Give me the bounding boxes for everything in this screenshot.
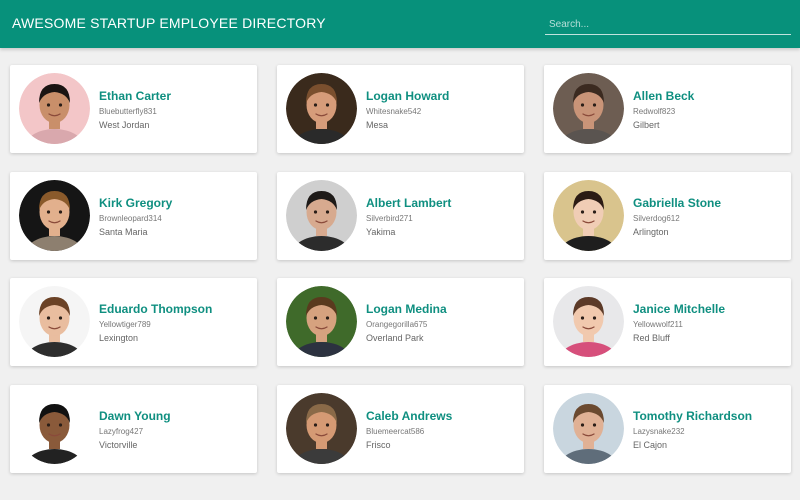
employee-card[interactable]: Albert Lambert Silverbird271 Yakima	[277, 172, 524, 260]
employee-card[interactable]: Caleb Andrews Bluemeercat586 Frisco	[277, 385, 524, 473]
employee-name: Tomothy Richardson	[633, 409, 753, 423]
employee-name: Gabriella Stone	[633, 196, 722, 210]
avatar	[19, 393, 90, 464]
employee-username: Yellowwolf211	[633, 320, 683, 329]
employee-username: Yellowtiger789	[99, 320, 151, 329]
avatar	[19, 180, 90, 251]
employee-city: Victorville	[99, 440, 138, 450]
employee-card[interactable]: Ethan Carter Bluebutterfly831 West Jordan	[10, 65, 257, 153]
employee-city: Frisco	[366, 440, 391, 450]
employee-city: West Jordan	[99, 120, 150, 130]
employee-name: Logan Howard	[366, 89, 450, 103]
employee-name: Logan Medina	[366, 302, 447, 316]
avatar	[553, 73, 624, 144]
avatar	[553, 180, 624, 251]
employee-username: Silverbird271	[366, 214, 413, 223]
employee-city: Arlington	[633, 227, 669, 237]
employee-name: Dawn Young	[99, 409, 171, 423]
employee-city: Mesa	[366, 120, 389, 130]
avatar	[286, 393, 357, 464]
employee-city: Red Bluff	[633, 333, 670, 343]
employee-city: Yakima	[366, 227, 396, 237]
employee-city: Overland Park	[366, 333, 424, 343]
avatar	[19, 286, 90, 357]
employee-city: Santa Maria	[99, 227, 148, 237]
employee-username: Brownleopard314	[99, 214, 162, 223]
employee-name: Albert Lambert	[366, 196, 452, 210]
avatar	[553, 393, 624, 464]
employee-name: Kirk Gregory	[99, 196, 173, 210]
employee-card[interactable]: Kirk Gregory Brownleopard314 Santa Maria	[10, 172, 257, 260]
employee-name: Ethan Carter	[99, 89, 172, 103]
employee-card[interactable]: Gabriella Stone Silverdog612 Arlington	[544, 172, 791, 260]
employee-card[interactable]: Eduardo Thompson Yellowtiger789 Lexington	[10, 278, 257, 366]
employee-username: Orangegorilla675	[366, 320, 428, 329]
employee-username: Redwolf823	[633, 107, 676, 116]
employee-card[interactable]: Logan Medina Orangegorilla675 Overland Par…	[277, 278, 524, 366]
employee-card[interactable]: Dawn Young Lazyfrog427 Victorville	[10, 385, 257, 473]
employee-username: Lazysnake232	[633, 427, 685, 436]
avatar	[286, 286, 357, 357]
employee-username: Bluebutterfly831	[99, 107, 157, 116]
employee-name: Caleb Andrews	[366, 409, 453, 423]
employee-username: Whitesnake542	[366, 107, 422, 116]
employee-city: Lexington	[99, 333, 139, 343]
employee-username: Silverdog612	[633, 214, 680, 223]
employee-grid: Ethan Carter Bluebutterfly831 West Jordan L…	[0, 0, 800, 500]
employee-username: Bluemeercat586	[366, 427, 425, 436]
employee-city: Gilbert	[633, 120, 660, 130]
avatar	[286, 180, 357, 251]
employee-name: Janice Mitchelle	[633, 302, 726, 316]
employee-city: El Cajon	[633, 440, 668, 450]
employee-name: Eduardo Thompson	[99, 302, 213, 316]
employee-card[interactable]: Logan Howard Whitesnake542 Mesa	[277, 65, 524, 153]
avatar	[553, 286, 624, 357]
employee-card[interactable]: Tomothy Richardson Lazysnake232 El Cajon	[544, 385, 791, 473]
employee-card[interactable]: Janice Mitchelle Yellowwolf211 Red Bluff	[544, 278, 791, 366]
avatar	[286, 73, 357, 144]
avatar	[19, 73, 90, 144]
employee-name: Allen Beck	[633, 89, 695, 103]
employee-card[interactable]: Allen Beck Redwolf823 Gilbert	[544, 65, 791, 153]
employee-username: Lazyfrog427	[99, 427, 144, 436]
